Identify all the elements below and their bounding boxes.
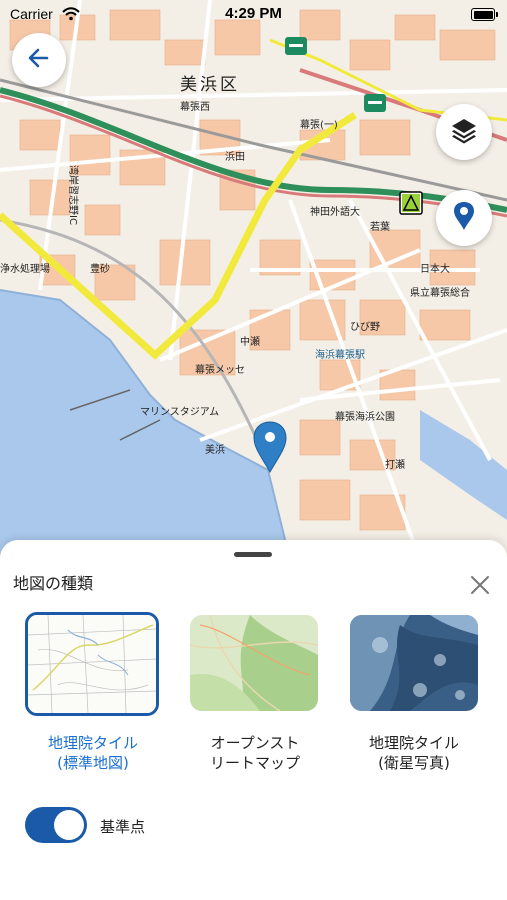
benchmark-toggle-label: 基準点 bbox=[100, 818, 146, 836]
label-marine-stadium: マリンスタジアム bbox=[140, 406, 219, 418]
location-pin-icon bbox=[453, 201, 475, 235]
ic-marker-1[interactable] bbox=[285, 37, 307, 55]
label-makuhari-messe: 幕張メッセ bbox=[195, 363, 245, 376]
map-view[interactable]: 美浜区 幕張西 浜田 豊砂 中瀬 ひび野 若葉 神田外語大 幕張メッセ マリンス… bbox=[0, 0, 507, 560]
sheet-drag-handle[interactable] bbox=[234, 552, 272, 557]
status-bar: Carrier 4:29 PM bbox=[0, 0, 507, 30]
tile-standard-label: 地理院タイル (標準地図) bbox=[47, 734, 138, 772]
map-type-sheet: 地図の種類 地理院タイル (標準地図) オープンスト リートマップ 地理院タイル… bbox=[0, 540, 507, 900]
layers-icon bbox=[450, 116, 478, 148]
sheet-title: 地図の種類 bbox=[13, 574, 94, 593]
benchmark-toggle[interactable] bbox=[25, 807, 87, 843]
label-university: 日本大 bbox=[420, 262, 450, 275]
location-button[interactable] bbox=[436, 190, 492, 246]
standard-map-thumbnail bbox=[28, 615, 156, 713]
satellite-thumbnail bbox=[350, 615, 478, 711]
label-uchiboku: 打瀬 bbox=[385, 458, 405, 471]
tile-satellite-label: 地理院タイル (衛星写真) bbox=[368, 734, 459, 772]
label-nakase: 中瀬 bbox=[240, 335, 260, 348]
label-station: 海浜幕張駅 bbox=[315, 348, 365, 361]
label-makuhari-hongo: 幕張(一) bbox=[300, 118, 338, 131]
label-wakaba: 若葉 bbox=[370, 220, 390, 233]
label-park: 幕張海浜公園 bbox=[335, 410, 395, 423]
tile-openstreetmap[interactable] bbox=[190, 615, 318, 711]
school-marker[interactable] bbox=[399, 191, 423, 215]
ic-marker-2[interactable] bbox=[364, 94, 386, 112]
label-hibino: ひび野 bbox=[350, 321, 380, 333]
label-kanda-gaigo: 神田外語大 bbox=[310, 205, 360, 218]
label-ward: 美浜区 bbox=[180, 75, 240, 95]
label-mihama: 美浜 bbox=[205, 443, 225, 456]
label-toyosuna: 豊砂 bbox=[90, 262, 110, 275]
close-icon bbox=[466, 576, 494, 603]
tile-osm-label: オープンスト リートマップ bbox=[209, 734, 300, 772]
label-highway-ic: 湾岸習志野IC bbox=[67, 165, 80, 225]
arrow-left-icon bbox=[27, 46, 51, 74]
tile-standard-map[interactable] bbox=[25, 612, 159, 716]
clock: 4:29 PM bbox=[225, 5, 282, 22]
layers-button[interactable] bbox=[436, 104, 492, 160]
osm-thumbnail bbox=[190, 615, 318, 711]
label-hamada: 浜田 bbox=[225, 151, 245, 163]
label-sewage: 浄水処理場 bbox=[0, 262, 50, 275]
back-button[interactable] bbox=[12, 33, 66, 87]
close-button[interactable] bbox=[466, 571, 494, 599]
tile-satellite[interactable] bbox=[350, 615, 478, 711]
map-canvas[interactable]: 美浜区 幕張西 浜田 豊砂 中瀬 ひび野 若葉 神田外語大 幕張メッセ マリンス… bbox=[0, 0, 507, 560]
toggle-knob bbox=[54, 810, 84, 840]
label-makuhari-nishi: 幕張西 bbox=[180, 100, 210, 113]
label-school: 県立幕張総合 bbox=[410, 286, 470, 299]
battery-icon bbox=[471, 8, 498, 21]
